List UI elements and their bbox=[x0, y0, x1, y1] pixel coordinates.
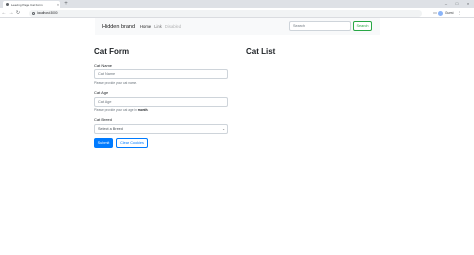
forward-icon[interactable]: → bbox=[8, 10, 14, 16]
navbar-brand[interactable]: Hidden brand bbox=[102, 24, 135, 30]
cat-age-help-prefix: Please provide your cat age in bbox=[94, 108, 137, 112]
browser-tabstrip: Leaving Page Cat Form × + – □ × bbox=[0, 0, 474, 8]
cat-name-help: Please provide your cat name. bbox=[94, 81, 138, 85]
cat-breed-label: Cat Breed bbox=[94, 117, 113, 122]
submit-button[interactable]: Submit bbox=[94, 138, 113, 148]
minimize-button[interactable]: – bbox=[441, 0, 451, 8]
cat-age-help-suffix: . bbox=[147, 108, 149, 112]
browser-toolbar: ← → ↻ localhost:3000 ▭ Guest ⋮ bbox=[0, 8, 474, 18]
close-tab-icon[interactable]: × bbox=[56, 3, 60, 7]
clear-cookies-button[interactable]: Clear Cookies bbox=[116, 138, 148, 148]
profile-label[interactable]: Guest bbox=[445, 11, 454, 15]
favicon-icon bbox=[6, 3, 9, 6]
cat-form-heading: Cat Form bbox=[94, 47, 130, 56]
cat-list-heading: Cat List bbox=[246, 47, 276, 56]
address-url: localhost:3000 bbox=[37, 11, 58, 15]
tab-title: Leaving Page Cat Form bbox=[11, 2, 43, 7]
cat-name-label: Cat Name bbox=[94, 63, 113, 68]
cat-breed-selected: Select a Breed bbox=[98, 127, 123, 131]
toolbar-right: ▭ Guest ⋮ bbox=[432, 10, 463, 17]
menu-icon[interactable]: ⋮ bbox=[457, 10, 463, 16]
browser-tab[interactable]: Leaving Page Cat Form × bbox=[3, 1, 60, 8]
nav-link-disabled: Disabled bbox=[164, 24, 182, 29]
nav-link-link[interactable]: Link bbox=[154, 24, 162, 29]
new-tab-button[interactable]: + bbox=[63, 1, 69, 7]
chevron-down-icon: ⌄ bbox=[222, 127, 225, 131]
cat-age-input[interactable]: Cat Age bbox=[94, 97, 228, 107]
close-window-button[interactable]: × bbox=[463, 0, 473, 8]
address-bar[interactable]: localhost:3000 bbox=[29, 9, 422, 17]
cat-name-input[interactable]: Cat Name bbox=[94, 69, 228, 79]
nav-link-home[interactable]: Home bbox=[140, 24, 151, 29]
cat-breed-select[interactable]: Select a Breed ⌄ bbox=[94, 124, 228, 134]
site-info-icon[interactable] bbox=[32, 11, 35, 15]
search-button[interactable]: Search bbox=[353, 21, 372, 31]
maximize-button[interactable]: □ bbox=[452, 0, 462, 8]
back-icon[interactable]: ← bbox=[1, 10, 7, 16]
reload-icon[interactable]: ↻ bbox=[15, 10, 21, 16]
cat-age-help: Please provide your cat age in month. bbox=[94, 108, 148, 112]
profile-avatar[interactable] bbox=[438, 10, 443, 16]
cat-age-label: Cat Age bbox=[94, 90, 109, 95]
search-input[interactable]: Search bbox=[289, 21, 351, 31]
cat-age-help-unit: month bbox=[137, 108, 148, 112]
